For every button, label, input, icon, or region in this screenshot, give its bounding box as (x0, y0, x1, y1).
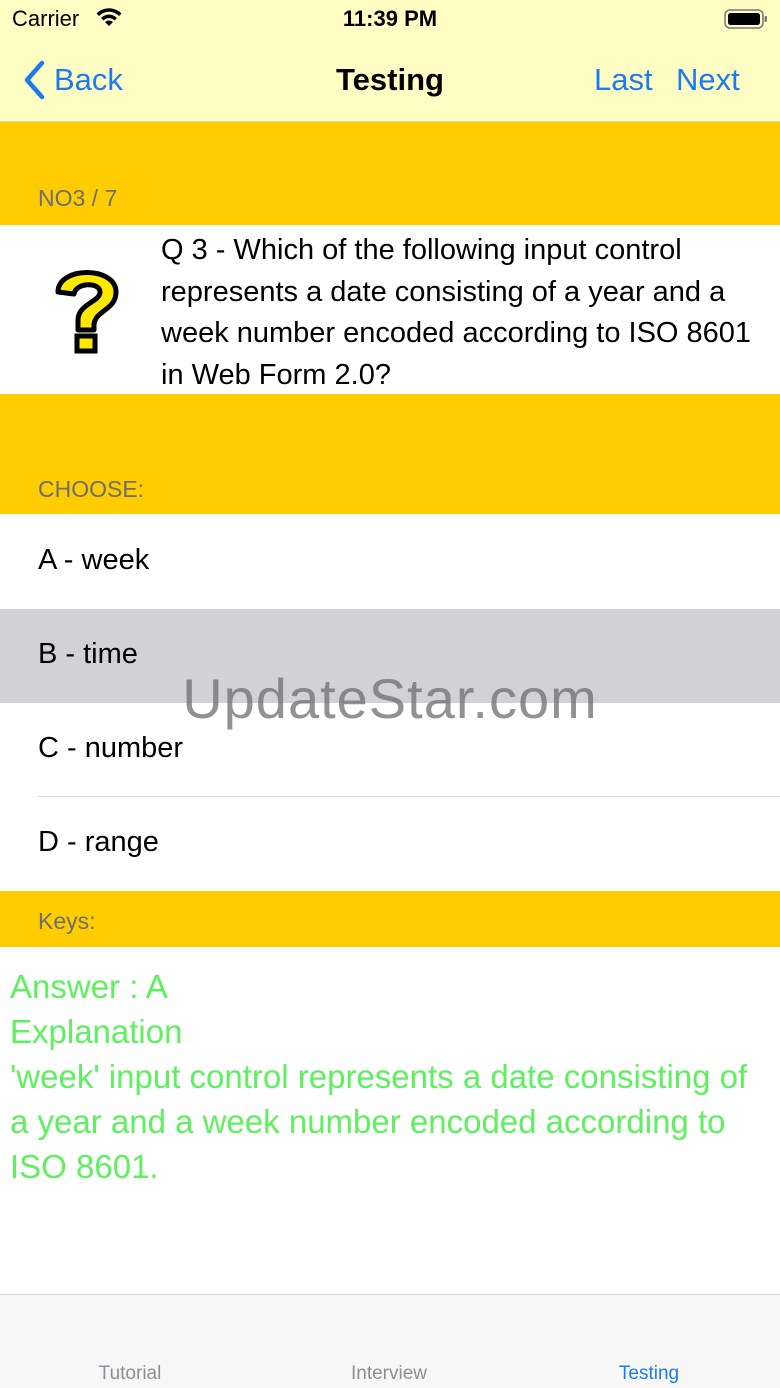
option-label: C - number (38, 732, 184, 764)
choose-section-header: CHOOSE: (0, 394, 780, 514)
option-d[interactable]: D - range (0, 797, 780, 891)
watermark: UpdateStar.com (182, 667, 598, 730)
status-bar: Carrier 11:39 PM (0, 0, 780, 40)
explanation-text: 'week' input control represents a date c… (10, 1058, 748, 1185)
page-title: Testing (336, 62, 444, 97)
answer-explanation: Answer : A Explanation 'week' input cont… (10, 964, 770, 1189)
question-mark-icon (55, 270, 119, 354)
keys-label: Keys: (38, 908, 96, 934)
question-counter: NO3 / 7 (38, 185, 118, 211)
navigation-bar: Back Testing Last Next (0, 40, 780, 122)
explanation-title: Explanation (10, 1013, 183, 1050)
choose-label: CHOOSE: (38, 476, 145, 502)
tab-testing[interactable]: Testing (519, 1363, 779, 1385)
option-a[interactable]: A - week (0, 515, 780, 609)
keys-section-header: Keys: (0, 891, 780, 947)
answer-text: Answer : A (10, 968, 168, 1005)
battery-icon (724, 9, 767, 29)
question-section-header: NO3 / 7 (0, 122, 780, 225)
option-label: A - week (38, 544, 150, 576)
last-button[interactable]: Last (594, 62, 653, 98)
option-label: D - range (38, 826, 159, 858)
next-button[interactable]: Next (676, 62, 740, 98)
question-text: Q 3 - Which of the following input contr… (161, 234, 752, 391)
tab-bar: Tutorial Interview Testing (0, 1294, 780, 1388)
status-time: 11:39 PM (342, 6, 438, 31)
tab-tutorial[interactable]: Tutorial (0, 1363, 260, 1385)
tab-interview[interactable]: Interview (259, 1363, 519, 1385)
